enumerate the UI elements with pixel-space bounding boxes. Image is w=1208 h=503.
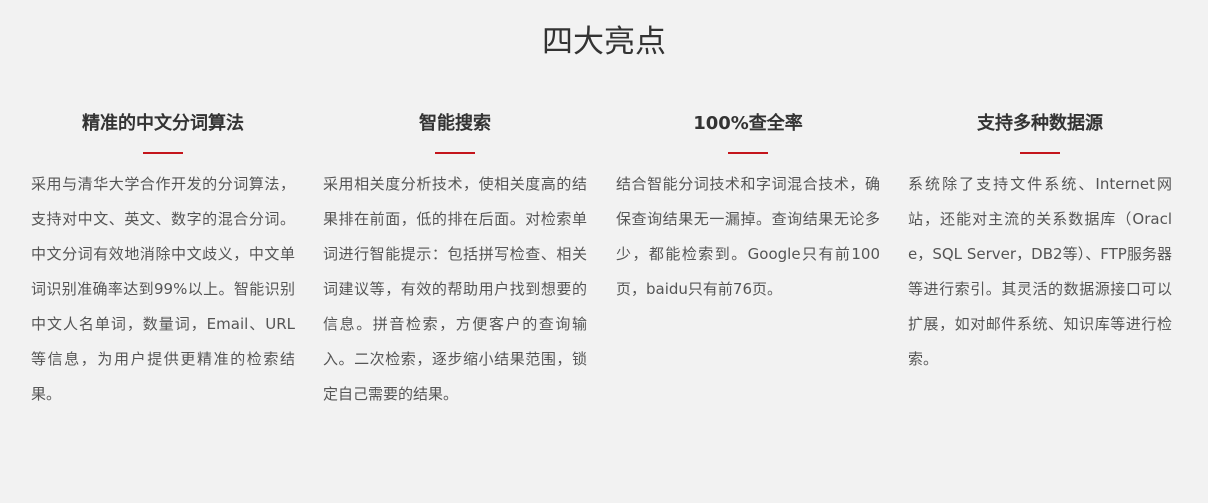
accent-divider [435,152,475,154]
feature-card-smart-search: 智能搜索 采用相关度分析技术，使相关度高的结果排在前面，低的排在后面。对检索单词… [323,108,587,412]
feature-card-multiple-data-sources: 支持多种数据源 系统除了支持文件系统、Internet网站，还能对主流的关系数据… [908,108,1172,377]
feature-title: 100%查全率 [693,113,803,134]
feature-description: 结合智能分词技术和字词混合技术，确保查询结果无一漏掉。查询结果无论多少，都能检索… [616,175,880,298]
section-title: 四大亮点 [542,24,666,60]
feature-card-full-recall: 100%查全率 结合智能分词技术和字词混合技术，确保查询结果无一漏掉。查询结果无… [616,108,880,307]
feature-description: 采用与清华大学合作开发的分词算法，支持对中文、英文、数字的混合分词。中文分词有效… [31,175,295,403]
accent-divider [1020,152,1060,154]
feature-title: 精准的中文分词算法 [82,113,244,134]
accent-divider [728,152,768,154]
feature-card-chinese-segmentation: 精准的中文分词算法 采用与清华大学合作开发的分词算法，支持对中文、英文、数字的混… [31,108,295,412]
feature-title: 智能搜索 [419,113,491,134]
features-grid: 精准的中文分词算法 采用与清华大学合作开发的分词算法，支持对中文、英文、数字的混… [31,108,1179,488]
feature-description: 系统除了支持文件系统、Internet网站，还能对主流的关系数据库（Oracle… [908,175,1172,368]
feature-title: 支持多种数据源 [977,113,1103,134]
feature-description: 采用相关度分析技术，使相关度高的结果排在前面，低的排在后面。对检索单词进行智能提… [323,175,587,403]
accent-divider [143,152,183,154]
